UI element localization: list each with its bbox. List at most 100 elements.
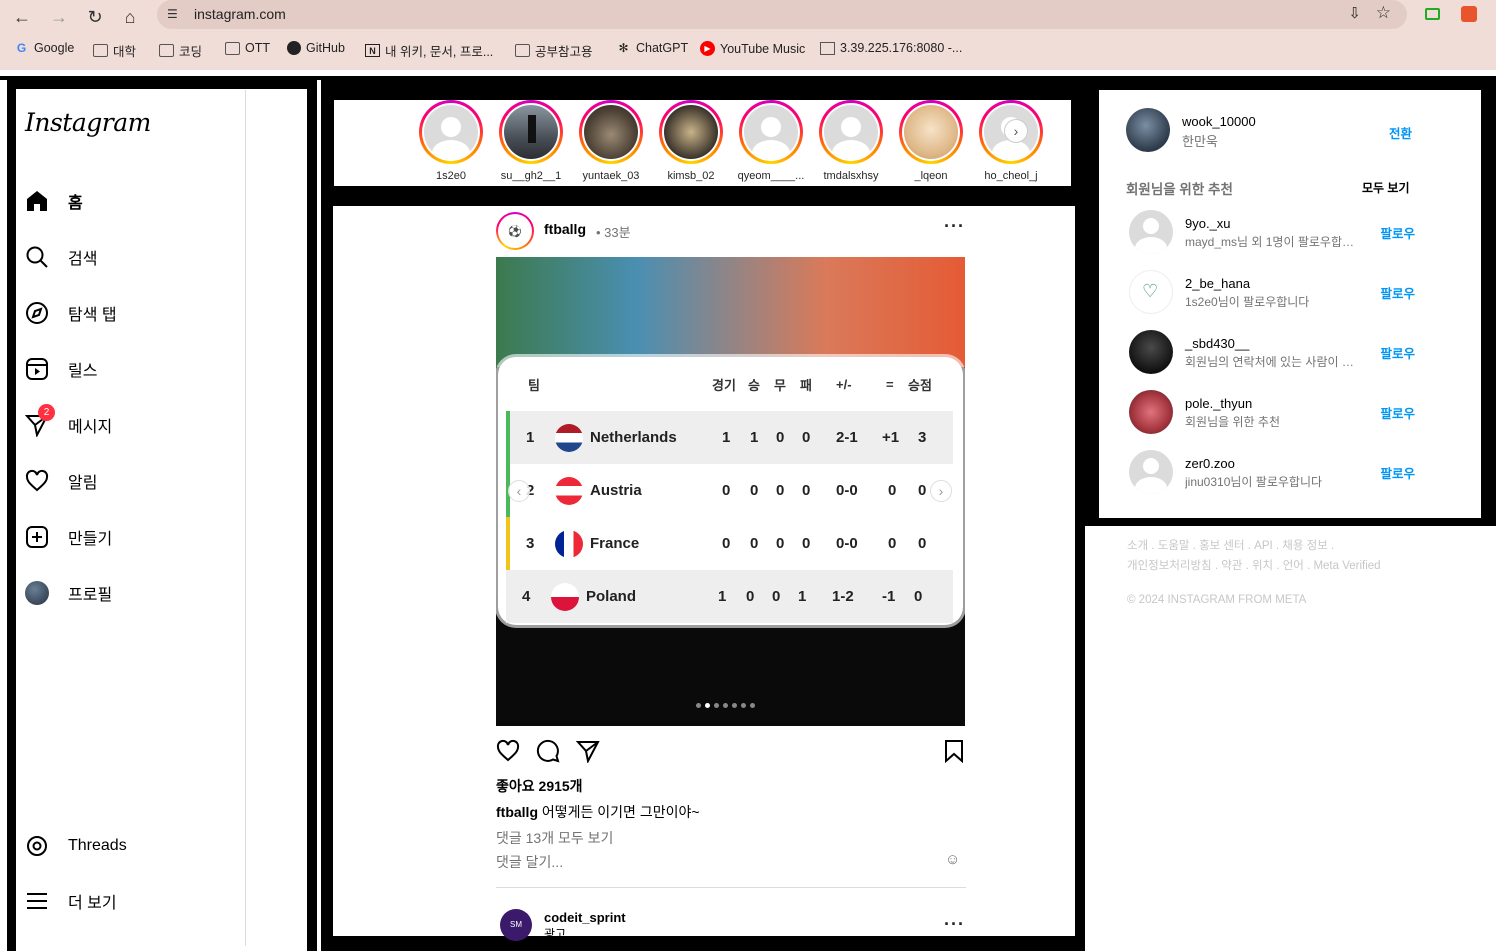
extension-icon[interactable] bbox=[1425, 8, 1440, 20]
story-item[interactable]: su__gh2__1 bbox=[496, 100, 566, 182]
bookmark-star-icon[interactable]: ☆ bbox=[1376, 3, 1391, 23]
avatar[interactable] bbox=[1129, 390, 1173, 434]
comment-input[interactable]: 댓글 달기... bbox=[496, 852, 946, 872]
story-username: qyeom____... bbox=[737, 170, 805, 182]
post-time: • 33분 bbox=[596, 225, 631, 240]
story-item[interactable]: kimsb_02 bbox=[656, 100, 726, 182]
address-bar[interactable]: ☰ instagram.com ⇩ ☆ bbox=[157, 0, 1407, 29]
bookmark-page[interactable]: 3.39.225.176:8080 -... bbox=[820, 41, 962, 55]
avatar[interactable] bbox=[1129, 450, 1173, 494]
suggestion-username[interactable]: 9yo._xu bbox=[1185, 216, 1231, 231]
stat-cell: 0 bbox=[888, 482, 897, 499]
next-post-avatar[interactable]: SM bbox=[500, 909, 532, 941]
avatar[interactable] bbox=[1129, 210, 1173, 254]
footer-links[interactable]: 소개 . 도움말 . 홍보 센터 . API . 채용 정보 . bbox=[1127, 537, 1334, 553]
austria-flag-icon bbox=[555, 476, 583, 505]
stat-cell: 0 bbox=[918, 482, 927, 499]
suggestion-username[interactable]: 2_be_hana bbox=[1185, 276, 1250, 291]
see-all-link[interactable]: 모두 보기 bbox=[1362, 179, 1410, 196]
nav-label: 탐색 탭 bbox=[68, 307, 117, 324]
team-cell: Netherlands bbox=[590, 429, 677, 446]
avatar[interactable] bbox=[1129, 330, 1173, 374]
avatar[interactable]: ♡ bbox=[1129, 270, 1173, 314]
bookmark-chatgpt[interactable]: ✻ ChatGPT bbox=[616, 41, 688, 55]
follow-button[interactable]: 팔로우 bbox=[1380, 283, 1415, 302]
nav-reels[interactable]: 릴스 bbox=[24, 356, 97, 382]
follow-button[interactable]: 팔로우 bbox=[1380, 403, 1415, 422]
bookmark-folder[interactable]: 대학 bbox=[93, 41, 136, 60]
github-icon bbox=[287, 41, 301, 55]
profile-username[interactable]: wook_10000 bbox=[1182, 114, 1256, 129]
bookmark-folder[interactable]: 코딩 bbox=[159, 41, 202, 60]
post-media[interactable]: 팀 경기 승 무 패 +/- = 승점 1 Netherlands 1 1 0 … bbox=[496, 257, 965, 726]
header-cell: 승 bbox=[748, 377, 760, 393]
emoji-icon[interactable]: ☺ bbox=[945, 851, 960, 868]
nav-profile[interactable]: 프로필 bbox=[24, 580, 112, 606]
carousel-prev-icon[interactable]: ‹ bbox=[508, 480, 530, 502]
nav-messages[interactable]: 2 메시지 bbox=[24, 404, 112, 438]
bookmark-github[interactable]: GitHub bbox=[287, 41, 345, 55]
nav-create[interactable]: 만들기 bbox=[24, 524, 112, 550]
back-icon[interactable]: ← bbox=[9, 4, 35, 30]
site-info-icon[interactable]: ☰ bbox=[167, 6, 183, 22]
switch-account-link[interactable]: 전환 bbox=[1389, 123, 1412, 142]
comment-icon[interactable] bbox=[536, 739, 560, 768]
caption-username[interactable]: ftballg bbox=[496, 804, 538, 820]
sidebar: Instagram 홈 검색 탐색 탭 릴스 2 메시지 알림 만들기 프로필 … bbox=[16, 90, 245, 946]
follow-button[interactable]: 팔로우 bbox=[1380, 463, 1415, 482]
nav-notifications[interactable]: 알림 bbox=[24, 468, 97, 494]
follow-button[interactable]: 팔로우 bbox=[1380, 223, 1415, 242]
like-icon[interactable] bbox=[496, 739, 520, 768]
frame-border bbox=[321, 936, 1085, 951]
google-icon: G bbox=[16, 40, 27, 55]
folder-icon bbox=[225, 41, 240, 55]
nav-explore[interactable]: 탐색 탭 bbox=[24, 300, 117, 326]
team-cell: Austria bbox=[590, 482, 642, 499]
follow-button[interactable]: 팔로우 bbox=[1380, 343, 1415, 362]
nav-search[interactable]: 검색 bbox=[24, 244, 97, 270]
install-app-icon[interactable]: ⇩ bbox=[1348, 4, 1361, 22]
next-post-username[interactable]: codeit_sprint bbox=[544, 910, 626, 925]
more-options-icon[interactable]: ··· bbox=[944, 914, 965, 935]
post-avatar[interactable]: ⚽ bbox=[496, 212, 534, 250]
suggestion-item: 9yo._xu mayd_ms님 외 1명이 팔로우합니다 팔로우 bbox=[1129, 210, 1459, 260]
save-icon[interactable] bbox=[942, 739, 966, 768]
reload-icon[interactable]: ↻ bbox=[82, 4, 108, 30]
bookmark-folder[interactable]: 공부참고용 bbox=[515, 41, 593, 60]
home-browser-icon[interactable]: ⌂ bbox=[117, 4, 143, 30]
bookmark-folder[interactable]: OTT bbox=[225, 41, 270, 55]
profile-name: 한만욱 bbox=[1182, 134, 1218, 149]
frame-border bbox=[1093, 518, 1496, 526]
bookmark-google[interactable]: G Google bbox=[14, 41, 74, 55]
extension-icon[interactable] bbox=[1461, 6, 1477, 22]
stories-next-icon[interactable]: › bbox=[1004, 119, 1028, 143]
suggestion-username[interactable]: zer0.zoo bbox=[1185, 456, 1235, 471]
story-item[interactable]: qyeom____... bbox=[736, 100, 806, 182]
more-options-icon[interactable]: ··· bbox=[944, 216, 965, 237]
story-item[interactable]: _lqeon bbox=[896, 100, 966, 182]
story-item[interactable]: 1s2e0 bbox=[416, 100, 486, 182]
forward-icon[interactable]: → bbox=[46, 4, 72, 30]
suggestion-username[interactable]: _sbd430__ bbox=[1185, 336, 1249, 351]
bookmark-youtube-music[interactable]: ▶ YouTube Music bbox=[700, 41, 805, 56]
nav-home[interactable]: 홈 bbox=[24, 188, 83, 214]
view-comments-link[interactable]: 댓글 13개 모두 보기 bbox=[496, 828, 613, 848]
bookmark-notion[interactable]: N 내 위키, 문서, 프로... bbox=[365, 41, 493, 60]
story-item[interactable]: tmdalsxhsy bbox=[816, 100, 886, 182]
share-icon[interactable] bbox=[575, 739, 600, 768]
suggestion-username[interactable]: pole._thyun bbox=[1185, 396, 1252, 411]
nav-more[interactable]: 더 보기 bbox=[24, 888, 117, 914]
carousel-next-icon[interactable]: › bbox=[930, 480, 952, 502]
avatar[interactable] bbox=[1126, 108, 1170, 152]
footer-links[interactable]: 개인정보처리방침 . 약관 . 위치 . 언어 . Meta Verified bbox=[1127, 557, 1381, 573]
instagram-logo[interactable]: Instagram bbox=[25, 108, 151, 137]
bookmark-label: 대학 bbox=[113, 45, 137, 59]
stat-cell: 1 bbox=[750, 429, 759, 446]
story-item[interactable]: yuntaek_03 bbox=[576, 100, 646, 182]
likes-count[interactable]: 좋아요 2915개 bbox=[496, 776, 583, 796]
story-username: ho_cheol_j bbox=[984, 170, 1038, 182]
header-cell: 팀 bbox=[528, 377, 540, 393]
suggestion-reason: mayd_ms님 외 1명이 팔로우합니다 bbox=[1185, 235, 1360, 249]
post-username[interactable]: ftballg bbox=[544, 221, 586, 237]
nav-threads[interactable]: Threads bbox=[24, 833, 127, 859]
